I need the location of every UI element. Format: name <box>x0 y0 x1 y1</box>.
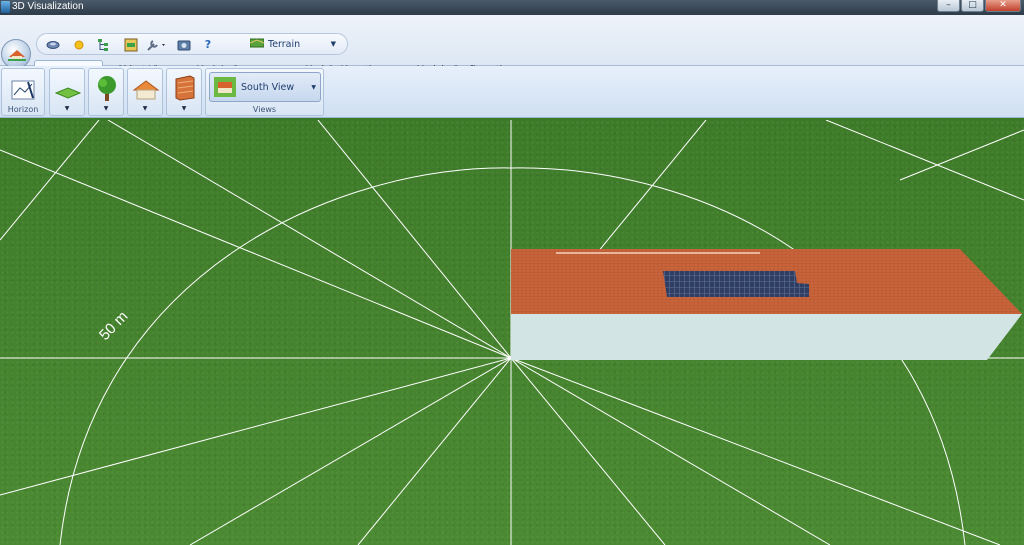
ribbon: Horizon ▼ ▼ ▼ ▼ South View ▼ Views <box>0 66 1024 118</box>
chevron-down-icon: ▼ <box>64 105 70 112</box>
panel-icon[interactable] <box>124 38 138 52</box>
tree-ribbon-button[interactable]: ▼ <box>88 68 124 116</box>
grid-line-radial <box>357 357 512 545</box>
horizon-button[interactable] <box>6 71 40 103</box>
solar-panel-array[interactable] <box>663 271 809 297</box>
chevron-down-icon: ▼ <box>311 83 316 91</box>
scene-graphics <box>0 120 1024 545</box>
terrain-select-value: Terrain <box>268 38 301 50</box>
grid-line-radial <box>0 120 100 241</box>
view-select[interactable]: South View ▼ <box>209 72 321 102</box>
camera-icon[interactable] <box>177 38 191 52</box>
house-logo-icon <box>8 50 26 61</box>
horizon-group: Horizon <box>1 68 45 116</box>
title-bar[interactable]: 3D Visualization – □ ✕ <box>0 0 1024 15</box>
grid-line-radial <box>0 149 512 359</box>
brick-wall-icon <box>175 75 195 101</box>
grid-line-radial <box>107 120 512 359</box>
building-ribbon-button[interactable]: ▼ <box>127 68 163 116</box>
grid-line-radial <box>317 120 512 359</box>
grid-line-radial <box>510 357 1001 545</box>
house-icon <box>132 80 160 100</box>
views-group: South View ▼ Views <box>205 68 324 116</box>
building[interactable] <box>511 249 1022 360</box>
chevron-down-icon: ▼ <box>103 105 109 112</box>
horizon-group-label: Horizon <box>7 105 39 114</box>
application-menu-button[interactable] <box>1 39 31 69</box>
south-view-icon <box>214 77 236 97</box>
view-select-value: South View <box>241 81 295 93</box>
terrain-icon <box>249 38 265 51</box>
close-button[interactable]: ✕ <box>985 0 1021 12</box>
3d-viewport[interactable]: 50 m <box>0 120 1024 545</box>
terrain-ribbon-button[interactable]: ▼ <box>49 68 85 116</box>
grid-line-radial <box>0 357 512 496</box>
chevron-down-icon: ▼ <box>142 105 148 112</box>
grid-line-radial <box>510 357 831 545</box>
chevron-down-icon: ▼ <box>181 105 187 112</box>
help-icon[interactable]: ? <box>201 38 215 52</box>
grid-line-radial <box>189 357 512 545</box>
grid-line-radial <box>510 357 666 545</box>
window-title: 3D Visualization <box>12 1 84 12</box>
ground-plane-icon <box>55 87 81 99</box>
views-group-label: Views <box>252 105 277 114</box>
wall-ribbon-button[interactable]: ▼ <box>166 68 202 116</box>
tree-structure-icon[interactable] <box>96 38 110 52</box>
globe-icon[interactable] <box>46 38 60 52</box>
maximize-button[interactable]: □ <box>961 0 984 12</box>
app-window-icon <box>1 1 10 13</box>
sun-icon[interactable] <box>72 38 86 52</box>
window-controls: – □ ✕ <box>937 0 1021 12</box>
minimize-button[interactable]: – <box>937 0 960 12</box>
grid-line-radial <box>825 120 1024 201</box>
terrain-select[interactable]: Terrain ▼ <box>240 35 344 53</box>
tree-icon <box>98 76 116 101</box>
chevron-down-icon: ▼ <box>330 40 336 48</box>
building-wall <box>511 314 1022 360</box>
tools-icon[interactable] <box>146 38 168 52</box>
horizon-icon <box>11 80 35 100</box>
grid-line-radial <box>899 129 1024 181</box>
quick-access-area: ? Terrain ▼ Terrain View Object View Mod… <box>0 15 1024 81</box>
